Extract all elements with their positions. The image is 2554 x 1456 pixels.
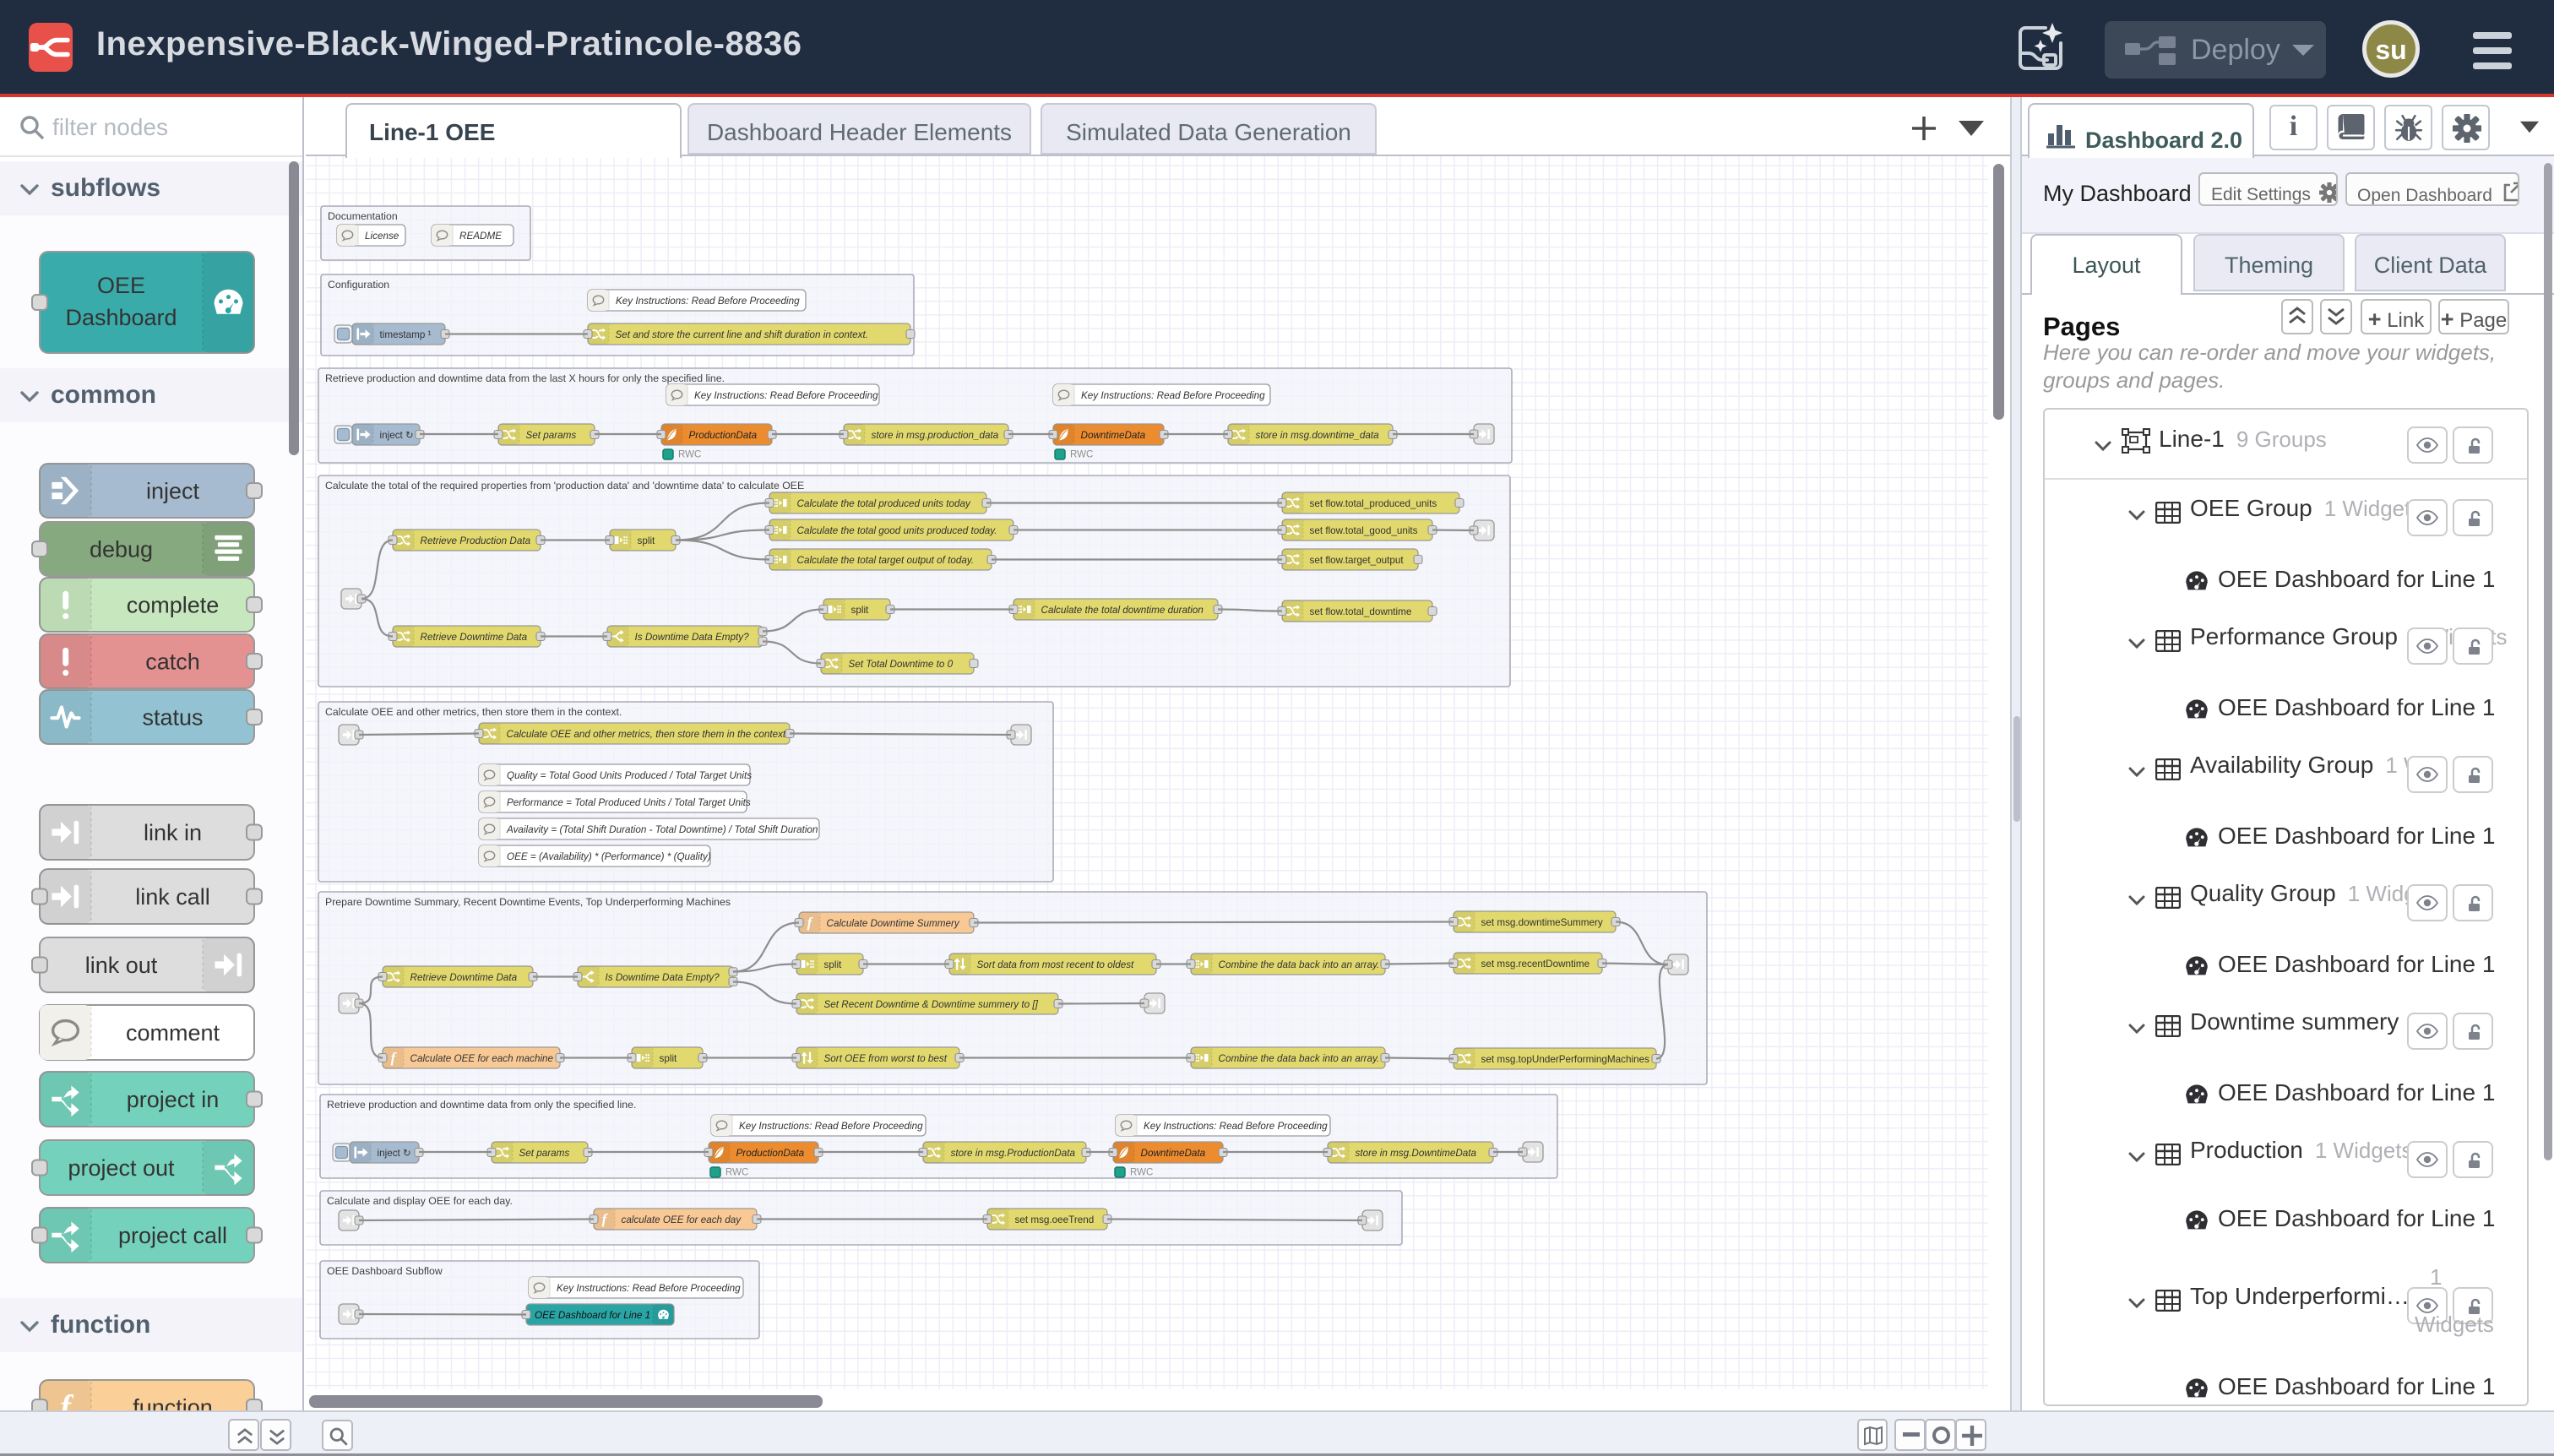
svg-text:OEE Dashboard for Line 1: OEE Dashboard for Line 1 (535, 1310, 650, 1321)
svg-text:Availavity = (Total Shift Dura: Availavity = (Total Shift Duration - Tot… (506, 824, 818, 835)
svg-text:Key Instructions: Read Before: Key Instructions: Read Before Proceeding (694, 390, 878, 401)
svg-text:set flow.total_produced_units: set flow.total_produced_units (1310, 498, 1437, 509)
svg-text:Calculate the total produced u: Calculate the total produced units today (797, 498, 971, 509)
svg-text:Key Instructions: Read Before: Key Instructions: Read Before Proceeding (1144, 1121, 1328, 1132)
svg-text:project out: project out (68, 1155, 175, 1181)
svg-text:OEE: OEE (97, 273, 145, 298)
svg-text:split: split (638, 535, 656, 546)
svg-text:Dashboard: Dashboard (65, 305, 177, 330)
svg-text:Combine the data back into an: Combine the data back into an array. (1219, 1053, 1380, 1064)
svg-text:Is Downtime Data Empty?: Is Downtime Data Empty? (606, 972, 720, 983)
svg-text:set msg.topUnderPerformingMach: set msg.topUnderPerformingMachines (1481, 1054, 1650, 1065)
svg-text:Retrieve Downtime Data: Retrieve Downtime Data (421, 632, 528, 643)
svg-text:Set Total Downtime to 0: Set Total Downtime to 0 (849, 659, 954, 670)
svg-text:set flow.total_downtime: set flow.total_downtime (1310, 606, 1412, 617)
svg-text:Set and store the current line: Set and store the current line and shift… (616, 329, 869, 340)
svg-text:Calculate and display OEE for: Calculate and display OEE for each day. (327, 1195, 513, 1207)
svg-text:function: function (133, 1395, 213, 1411)
svg-text:set flow.target_output: set flow.target_output (1310, 555, 1405, 566)
svg-text:Documentation: Documentation (328, 210, 398, 222)
svg-text:complete: complete (127, 593, 220, 618)
svg-text:RWC: RWC (1070, 450, 1093, 460)
svg-text:Calculate OEE and other metric: Calculate OEE and other metrics, then st… (325, 706, 622, 718)
svg-text:Set params: Set params (519, 1148, 570, 1159)
svg-text:store in msg.ProductionData: store in msg.ProductionData (951, 1148, 1076, 1159)
svg-text:project in: project in (127, 1087, 220, 1112)
svg-text:ProductionData: ProductionData (736, 1148, 805, 1159)
svg-text:link in: link in (144, 820, 202, 845)
svg-text:Retrieve production and downti: Retrieve production and downtime data fr… (327, 1099, 636, 1111)
svg-text:Configuration: Configuration (328, 279, 389, 291)
svg-text:Calculate the total target out: Calculate the total target output of tod… (797, 555, 975, 566)
svg-text:Key Instructions: Read Before: Key Instructions: Read Before Proceeding (1081, 390, 1265, 401)
svg-text:split: split (660, 1053, 678, 1064)
svg-text:set msg.oeeTrend: set msg.oeeTrend (1015, 1214, 1095, 1225)
svg-text:RWC: RWC (725, 1168, 748, 1178)
svg-text:README: README (459, 231, 502, 242)
svg-text:inject: inject (146, 479, 200, 504)
svg-text:Prepare Downtime Summary, Rece: Prepare Downtime Summary, Recent Downtim… (325, 896, 731, 908)
svg-text:Calculate the total of the req: Calculate the total of the required prop… (325, 480, 804, 492)
svg-text:Retrieve Downtime Data: Retrieve Downtime Data (410, 972, 518, 983)
svg-text:Calculate the total good units: Calculate the total good units produced … (797, 525, 997, 536)
svg-text:Combine the data back into an: Combine the data back into an array. (1219, 959, 1380, 970)
svg-text:comment: comment (126, 1020, 220, 1046)
svg-text:store in msg.DowntimeData: store in msg.DowntimeData (1356, 1148, 1477, 1159)
svg-text:project call: project call (118, 1223, 227, 1248)
svg-text:calculate OEE for each day: calculate OEE for each day (622, 1214, 742, 1225)
svg-text:Performance = Total Produced U: Performance = Total Produced Units / Tot… (507, 797, 751, 808)
svg-text:set flow.total_good_units: set flow.total_good_units (1310, 525, 1418, 536)
svg-text:Calculate OEE and other metric: Calculate OEE and other metrics, then st… (507, 729, 789, 740)
svg-text:ProductionData: ProductionData (689, 430, 758, 441)
svg-text:Key Instructions: Read Before: Key Instructions: Read Before Proceeding (557, 1283, 741, 1294)
svg-text:Calculate Downtime Summery: Calculate Downtime Summery (827, 918, 960, 929)
svg-text:status: status (142, 705, 203, 731)
svg-text:Sort data from most recent to: Sort data from most recent to oldest (977, 959, 1135, 970)
svg-text:DowntimeData: DowntimeData (1141, 1148, 1206, 1159)
svg-text:split: split (851, 605, 870, 616)
svg-text:Calculate the total downtime d: Calculate the total downtime duration (1041, 605, 1204, 616)
svg-text:inject ↻: inject ↻ (378, 1148, 411, 1159)
svg-text:Key Instructions: Read Before: Key Instructions: Read Before Proceeding (616, 296, 800, 307)
svg-text:debug: debug (90, 537, 153, 562)
svg-text:Calculate OEE for each machine: Calculate OEE for each machine (410, 1053, 554, 1064)
svg-text:link out: link out (85, 953, 158, 978)
svg-text:OEE = (Availability) * (Perfor: OEE = (Availability) * (Performance) * (… (507, 851, 711, 862)
svg-text:OEE Dashboard Subflow: OEE Dashboard Subflow (327, 1265, 443, 1277)
svg-text:DowntimeData: DowntimeData (1081, 430, 1146, 441)
svg-text:store in msg.production_data: store in msg.production_data (872, 430, 999, 441)
svg-text:Retrieve production and downti: Retrieve production and downtime data fr… (325, 372, 725, 384)
svg-text:RWC: RWC (678, 450, 701, 460)
svg-text:Quality = Total Good Units Pro: Quality = Total Good Units Produced / To… (507, 770, 752, 781)
svg-text:timestamp ¹: timestamp ¹ (380, 329, 432, 340)
svg-text:Sort OEE from worst to best: Sort OEE from worst to best (824, 1053, 948, 1064)
svg-text:inject ↻: inject ↻ (380, 430, 414, 441)
svg-text:catch: catch (145, 649, 200, 675)
svg-text:Set Recent Downtime & Downtime: Set Recent Downtime & Downtime summery t… (824, 999, 1039, 1010)
svg-text:RWC: RWC (1130, 1168, 1153, 1178)
svg-text:Set params: Set params (526, 430, 577, 441)
svg-text:set msg.recentDowntime: set msg.recentDowntime (1481, 959, 1590, 970)
svg-text:link call: link call (135, 884, 210, 910)
svg-text:License: License (365, 231, 399, 242)
svg-text:set msg.downtimeSummery: set msg.downtimeSummery (1481, 917, 1603, 928)
svg-text:Key Instructions: Read Before: Key Instructions: Read Before Proceeding (739, 1121, 923, 1132)
svg-text:Is Downtime Data Empty?: Is Downtime Data Empty? (635, 632, 750, 643)
svg-text:store in msg.downtime_data: store in msg.downtime_data (1256, 430, 1380, 441)
svg-text:Retrieve Production Data: Retrieve Production Data (421, 535, 531, 546)
svg-text:split: split (824, 959, 843, 970)
